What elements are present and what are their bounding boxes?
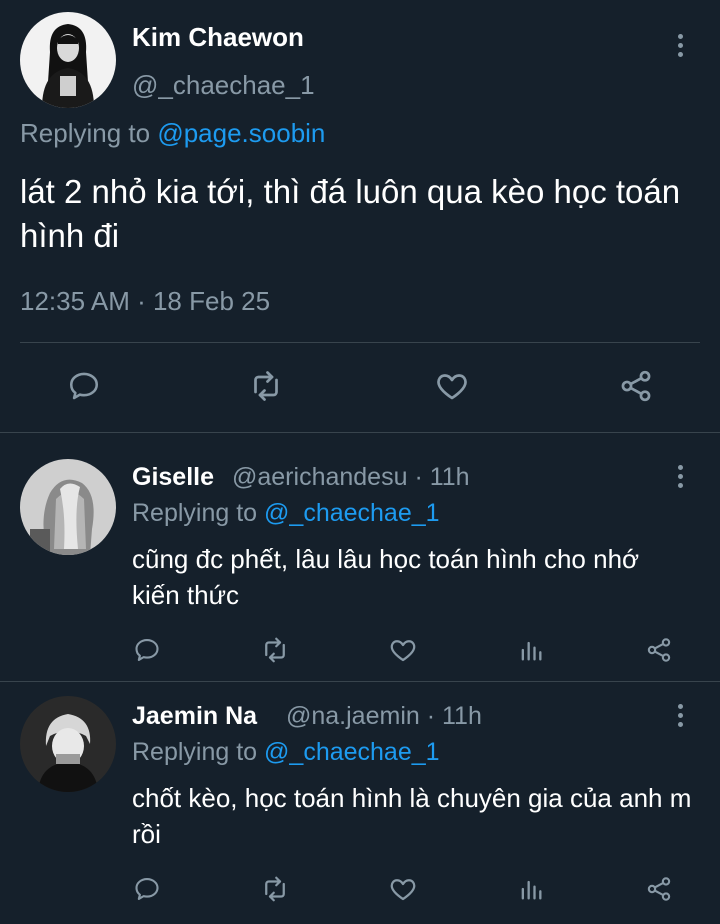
analytics-icon: [521, 880, 542, 900]
like-icon: [437, 374, 467, 400]
replying-to-label: Replying to: [20, 118, 158, 148]
divider: [20, 342, 700, 343]
like-button[interactable]: [386, 633, 420, 667]
like-button[interactable]: [432, 366, 472, 406]
author-name[interactable]: Jaemin Na: [132, 702, 257, 731]
tweet-text: lát 2 nhỏ kia tới, thì đá luôn qua kèo h…: [20, 173, 681, 254]
share-icon: [621, 370, 651, 402]
author-name[interactable]: Kim Chaewon: [132, 22, 304, 53]
reply-icon: [135, 878, 159, 900]
author-meta: @aerichandesu · 11h: [232, 463, 470, 492]
reply-icon: [69, 372, 99, 400]
reply-time: · 11h: [426, 702, 482, 730]
replying-to-link[interactable]: @_chaechae_1: [264, 738, 440, 766]
replying-to-link[interactable]: @page.soobin: [157, 118, 325, 148]
retweet-button[interactable]: [246, 366, 286, 406]
share-button[interactable]: [616, 366, 656, 406]
avatar[interactable]: [20, 696, 116, 792]
share-button[interactable]: [642, 633, 676, 667]
author-meta: @na.jaemin · 11h: [286, 702, 482, 731]
like-icon: [390, 879, 416, 901]
reply-text: chốt kèo, học toán hình là chuyên gia củ…: [132, 783, 692, 849]
share-icon: [647, 877, 671, 901]
reply-time: · 11h: [414, 463, 470, 491]
retweet-icon: [265, 637, 285, 663]
author-handle[interactable]: @na.jaemin: [286, 702, 420, 730]
analytics-button[interactable]: [514, 872, 548, 906]
replying-to: Replying to @_chaechae_1: [132, 499, 440, 528]
replying-to-label: Replying to: [132, 738, 265, 766]
more-options-icon[interactable]: [670, 461, 690, 491]
reply-button[interactable]: [64, 366, 104, 406]
more-options-icon[interactable]: [670, 700, 690, 730]
main-tweet: Kim Chaewon @_chaechae_1 Replying to @pa…: [0, 0, 720, 432]
like-icon: [390, 640, 416, 662]
tweet-timestamp[interactable]: 12:35 AM · 18 Feb 25: [20, 286, 270, 317]
replying-to-link[interactable]: @_chaechae_1: [264, 499, 440, 527]
author-handle[interactable]: @_chaechae_1: [132, 70, 315, 101]
author-handle[interactable]: @aerichandesu: [232, 463, 408, 491]
replying-to: Replying to @page.soobin: [20, 118, 325, 149]
reply-button[interactable]: [130, 633, 164, 667]
reply-tweet[interactable]: Giselle @aerichandesu · 11h Replying to …: [0, 433, 720, 681]
analytics-icon: [521, 641, 542, 661]
like-button[interactable]: [386, 872, 420, 906]
author-name[interactable]: Giselle: [132, 463, 214, 492]
retweet-icon: [265, 876, 285, 902]
replying-to-label: Replying to: [132, 499, 265, 527]
retweet-icon: [254, 371, 278, 401]
avatar[interactable]: [20, 459, 116, 555]
reply-icon: [135, 639, 159, 661]
reply-text: cũng đc phết, lâu lâu học toán hình cho …: [132, 544, 640, 610]
share-icon: [647, 638, 671, 662]
replying-to: Replying to @_chaechae_1: [132, 738, 440, 767]
retweet-button[interactable]: [258, 872, 292, 906]
retweet-button[interactable]: [258, 633, 292, 667]
analytics-button[interactable]: [514, 633, 548, 667]
reply-button[interactable]: [130, 872, 164, 906]
more-options-icon[interactable]: [670, 30, 690, 60]
avatar[interactable]: [20, 12, 116, 108]
share-button[interactable]: [642, 872, 676, 906]
reply-tweet[interactable]: Jaemin Na @na.jaemin · 11h Replying to @…: [0, 682, 720, 924]
